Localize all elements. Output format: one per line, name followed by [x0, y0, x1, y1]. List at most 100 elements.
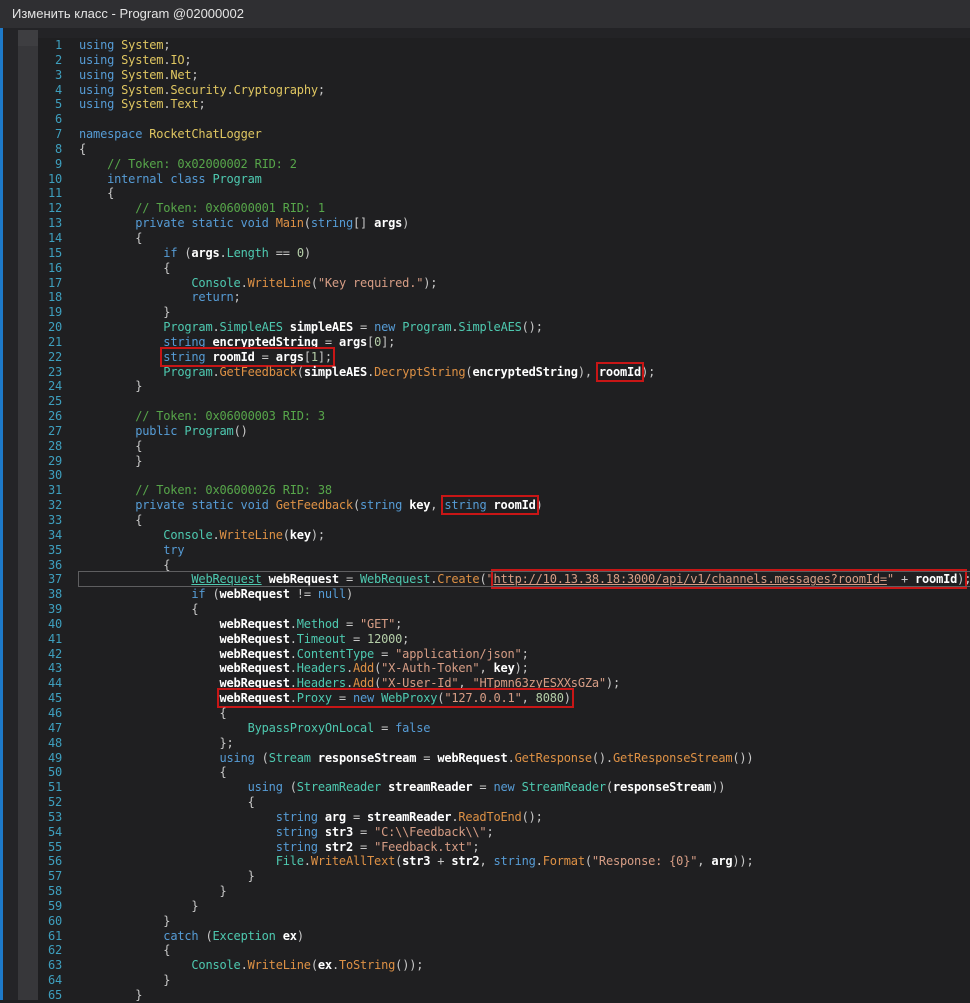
code-token: SimpleAES	[220, 320, 283, 334]
code-line[interactable]: 25	[0, 394, 970, 409]
code-text: namespace RocketChatLogger	[79, 127, 262, 142]
code-line[interactable]: 29}	[0, 454, 970, 469]
code-line[interactable]: 32private static void GetFeedback(string…	[0, 498, 970, 513]
code-line[interactable]: 19}	[0, 305, 970, 320]
code-line[interactable]: 27public Program()	[0, 424, 970, 439]
code-token: Program	[212, 172, 261, 186]
line-number: 46	[0, 706, 62, 721]
code-text: File.WriteAllText(str3 + str2, string.Fo…	[276, 854, 754, 869]
code-token: args	[339, 335, 367, 349]
code-token: Security	[170, 83, 226, 97]
code-line[interactable]: 7 namespace RocketChatLogger	[0, 127, 970, 142]
code-line[interactable]: 26// Token: 0x06000003 RID: 3	[0, 409, 970, 424]
line-number: 23	[0, 365, 62, 380]
code-line[interactable]: 42webRequest.ContentType = "application/…	[0, 647, 970, 662]
code-line[interactable]: 59}	[0, 899, 970, 914]
code-line[interactable]: 33{	[0, 513, 970, 528]
code-line[interactable]: 6	[0, 112, 970, 127]
code-line[interactable]: 17Console.WriteLine("Key required.");	[0, 276, 970, 291]
code-token	[276, 929, 283, 943]
code-token: webRequest	[220, 617, 290, 631]
code-line[interactable]: 63Console.WriteLine(ex.ToString());	[0, 958, 970, 973]
code-line[interactable]: 12// Token: 0x06000001 RID: 1	[0, 201, 970, 216]
code-line[interactable]: 23Program.GetFeedback(simpleAES.DecryptS…	[0, 365, 970, 380]
code-line[interactable]: 15if (args.Length == 0)	[0, 246, 970, 261]
code-line[interactable]: 30	[0, 468, 970, 483]
line-number: 7	[0, 127, 62, 142]
code-line[interactable]: 28{	[0, 439, 970, 454]
code-line[interactable]: 13private static void Main(string[] args…	[0, 216, 970, 231]
code-line[interactable]: 21string encryptedString = args[0];	[0, 335, 970, 350]
code-line[interactable]: 38if (webRequest != null)	[0, 587, 970, 602]
code-token: ;	[486, 825, 493, 839]
code-line[interactable]: 52{	[0, 795, 970, 810]
code-line-current[interactable]: 37WebRequest webRequest = WebRequest.Cre…	[0, 572, 970, 587]
code-line[interactable]: 58}	[0, 884, 970, 899]
code-line[interactable]: 40webRequest.Method = "GET";	[0, 617, 970, 632]
line-number: 36	[0, 558, 62, 573]
code-line[interactable]: 55string str2 = "Feedback.txt";	[0, 840, 970, 855]
code-line[interactable]: 20Program.SimpleAES simpleAES = new Prog…	[0, 320, 970, 335]
code-line[interactable]: 56File.WriteAllText(str3 + str2, string.…	[0, 854, 970, 869]
code-line[interactable]: 2using System.IO;	[0, 53, 970, 68]
code-line[interactable]: 64}	[0, 973, 970, 988]
code-editor[interactable]: 1using System;2using System.IO;3using Sy…	[0, 38, 970, 1003]
code-line[interactable]: 1using System;	[0, 38, 970, 53]
code-line[interactable]: 45webRequest.Proxy = new WebProxy("127.0…	[0, 691, 970, 706]
code-token: .	[220, 246, 227, 260]
code-line[interactable]: 22string roomId = args[1];	[0, 350, 970, 365]
code-line[interactable]: 31// Token: 0x06000026 RID: 38	[0, 483, 970, 498]
code-line[interactable]: 4using System.Security.Cryptography;	[0, 83, 970, 98]
code-line[interactable]: 57}	[0, 869, 970, 884]
code-token: key	[494, 661, 515, 675]
code-line[interactable]: 41webRequest.Timeout = 12000;	[0, 632, 970, 647]
line-number: 63	[0, 958, 62, 973]
code-text: string encryptedString = args[0];	[163, 335, 395, 350]
code-line[interactable]: 60}	[0, 914, 970, 929]
code-line[interactable]: 46 {	[0, 706, 970, 721]
code-line[interactable]: 34Console.WriteLine(key);	[0, 528, 970, 543]
line-number: 4	[0, 83, 62, 98]
code-line[interactable]: 51using (StreamReader streamReader = new…	[0, 780, 970, 795]
code-line[interactable]: 24}	[0, 379, 970, 394]
code-line[interactable]: 47BypassProxyOnLocal = false	[0, 721, 970, 736]
code-line[interactable]: 50{	[0, 765, 970, 780]
code-line[interactable]: 53string arg = streamReader.ReadToEnd();	[0, 810, 970, 825]
code-line[interactable]: 3using System.Net;	[0, 68, 970, 83]
code-token: str2	[325, 840, 353, 854]
code-text: // Token: 0x06000001 RID: 1	[135, 201, 325, 216]
code-token: WriteLine	[248, 958, 311, 972]
code-token: (	[177, 246, 191, 260]
code-token: "Response: {0}"	[592, 854, 697, 868]
code-line[interactable]: 16{	[0, 261, 970, 276]
code-line[interactable]: 18return;	[0, 290, 970, 305]
code-line[interactable]: 35try	[0, 543, 970, 558]
code-line[interactable]: 5using System.Text;	[0, 97, 970, 112]
code-line[interactable]: 11{	[0, 186, 970, 201]
code-text: }	[191, 899, 198, 914]
code-token: ();	[522, 320, 543, 334]
code-line[interactable]: 36{	[0, 558, 970, 573]
code-token: roomId	[212, 350, 254, 364]
code-line[interactable]: 43webRequest.Headers.Add("X-Auth-Token",…	[0, 661, 970, 676]
code-line[interactable]: 48};	[0, 736, 970, 751]
code-line[interactable]: 44webRequest.Headers.Add("X-User-Id", "H…	[0, 676, 970, 691]
code-text: {	[220, 706, 227, 721]
code-token: webRequest	[220, 691, 290, 705]
code-line[interactable]: 9// Token: 0x02000002 RID: 2	[0, 157, 970, 172]
line-number: 22	[0, 350, 62, 365]
code-line[interactable]: 65}	[0, 988, 970, 1003]
code-line[interactable]: 49using (Stream responseStream = webRequ…	[0, 751, 970, 766]
code-token: );	[641, 365, 655, 379]
code-line[interactable]: 61catch (Exception ex)	[0, 929, 970, 944]
code-token: roomId	[915, 572, 957, 586]
code-line[interactable]: 54string str3 = "C:\\Feedback\\";	[0, 825, 970, 840]
code-token: }	[135, 379, 142, 393]
code-line[interactable]: 39{	[0, 602, 970, 617]
code-line[interactable]: 10internal class Program	[0, 172, 970, 187]
code-line[interactable]: 8{	[0, 142, 970, 157]
code-line[interactable]: 14{	[0, 231, 970, 246]
code-line[interactable]: 62{	[0, 943, 970, 958]
code-token: .	[508, 751, 515, 765]
edit-class-dialog: { "window": { "title": "Изменить класс -…	[0, 0, 970, 1000]
